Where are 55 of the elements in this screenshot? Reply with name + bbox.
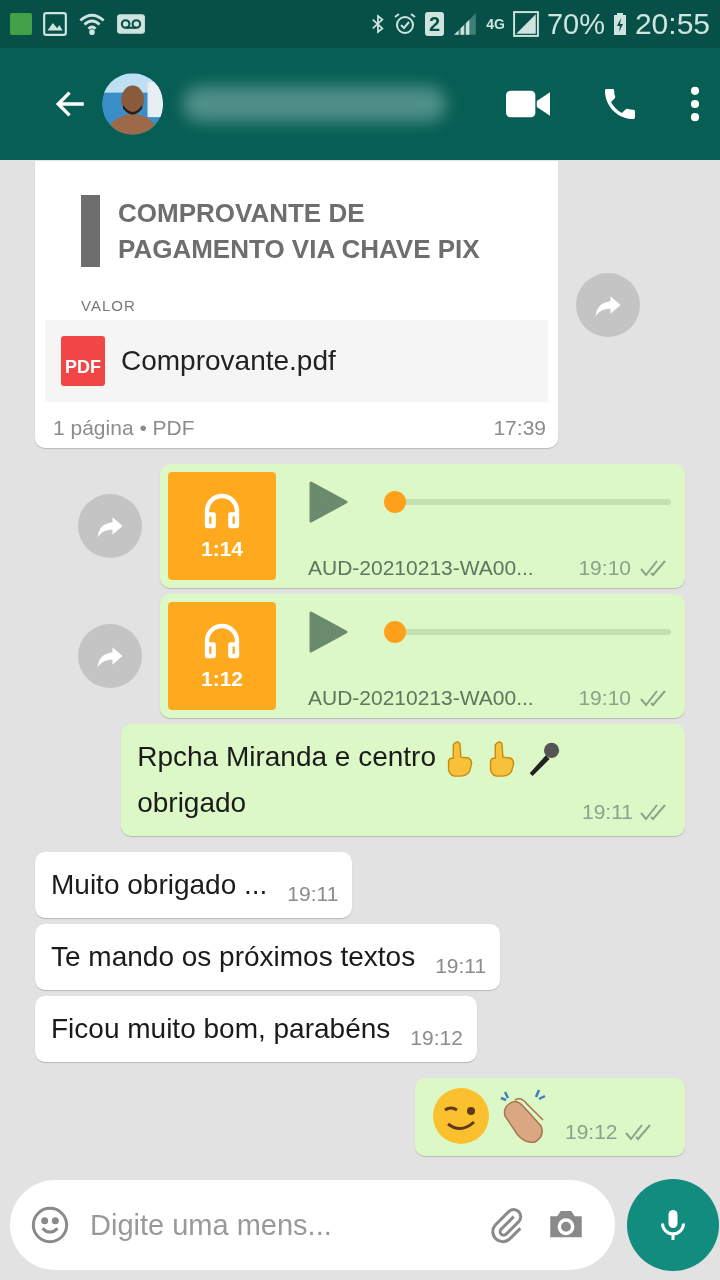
- audio-message[interactable]: 1:14 AUD-20210213-WA00... 19:10: [160, 464, 685, 588]
- message-text: Muito obrigado ...: [51, 869, 268, 900]
- audio-file-name: AUD-20210213-WA00...: [308, 556, 535, 580]
- file-details: 1 página • PDF: [53, 416, 195, 440]
- play-icon[interactable]: [308, 480, 348, 524]
- voicemail-icon: [116, 13, 146, 35]
- pdf-file-icon: PDF: [61, 336, 105, 386]
- message-time: 17:39: [493, 416, 546, 440]
- battery-charging-icon: [612, 12, 627, 36]
- video-call-icon[interactable]: [506, 89, 550, 119]
- audio-message[interactable]: 1:12 AUD-20210213-WA00... 19:10: [160, 594, 685, 718]
- audio-seek-bar[interactable]: [384, 491, 671, 513]
- audio-seek-bar[interactable]: [384, 621, 671, 643]
- message-text: Te mando os próximos textos: [51, 941, 416, 972]
- received-message[interactable]: Te mando os próximos textos 19:11: [35, 924, 501, 990]
- bluetooth-icon: [371, 12, 386, 36]
- message-text: Ficou muito bom, parabéns: [51, 1013, 391, 1044]
- audio-duration: 1:12: [201, 667, 243, 691]
- message-text: obrigado: [137, 787, 247, 818]
- message-time: 19:10: [578, 686, 631, 710]
- document-heading: COMPROVANTE DE: [118, 197, 366, 230]
- headphones-icon: [202, 621, 242, 661]
- signal-icon: [452, 11, 479, 37]
- headphones-icon: [202, 491, 242, 531]
- audio-duration: 1:14: [201, 537, 243, 561]
- received-message[interactable]: Muito obrigado ... 19:11: [35, 852, 353, 918]
- document-message[interactable]: COMPROVANTE DE PAGAMENTO VIA CHAVE PIX VALOR PDF Comprovante.pdf 1 página • PDF 17:39: [35, 161, 558, 448]
- more-options-icon[interactable]: [690, 86, 700, 122]
- message-text: Rpcha Miranda e centro: [137, 741, 436, 772]
- received-message[interactable]: Ficou muito bom, parabéns 19:12: [35, 996, 477, 1062]
- sim-badge: 2: [425, 12, 445, 36]
- winking-face-icon: [431, 1086, 491, 1146]
- message-input-field[interactable]: Digite uma mens...: [88, 1207, 469, 1243]
- document-label: VALOR: [81, 297, 137, 314]
- document-heading: PAGAMENTO VIA CHAVE PIX: [118, 233, 480, 266]
- play-icon[interactable]: [308, 610, 348, 654]
- network-type: 4G: [486, 16, 505, 32]
- app-notification-icon: [10, 13, 32, 35]
- file-row[interactable]: PDF Comprovante.pdf: [45, 320, 548, 402]
- message-time: 19:12: [410, 1026, 463, 1050]
- file-name: Comprovante.pdf: [121, 345, 336, 377]
- message-time: 19:11: [287, 882, 339, 906]
- smiley-icon[interactable]: [30, 1205, 70, 1245]
- alarm-icon: [393, 12, 418, 36]
- audio-file-name: AUD-20210213-WA00...: [308, 686, 535, 710]
- message-time: 19:10: [578, 556, 631, 580]
- signal-icon: [512, 11, 539, 37]
- message-time: 19:11: [582, 800, 633, 824]
- sent-message[interactable]: Rpcha Miranda e centro obrigado 19:11: [121, 724, 685, 836]
- clock-time: 20:55: [634, 7, 710, 41]
- battery-percent: 70%: [546, 7, 605, 41]
- image-icon: [42, 11, 68, 37]
- title-bar-mark: [81, 195, 100, 267]
- message-time: 19:11: [435, 954, 487, 978]
- message-time: 19:12: [565, 1120, 618, 1144]
